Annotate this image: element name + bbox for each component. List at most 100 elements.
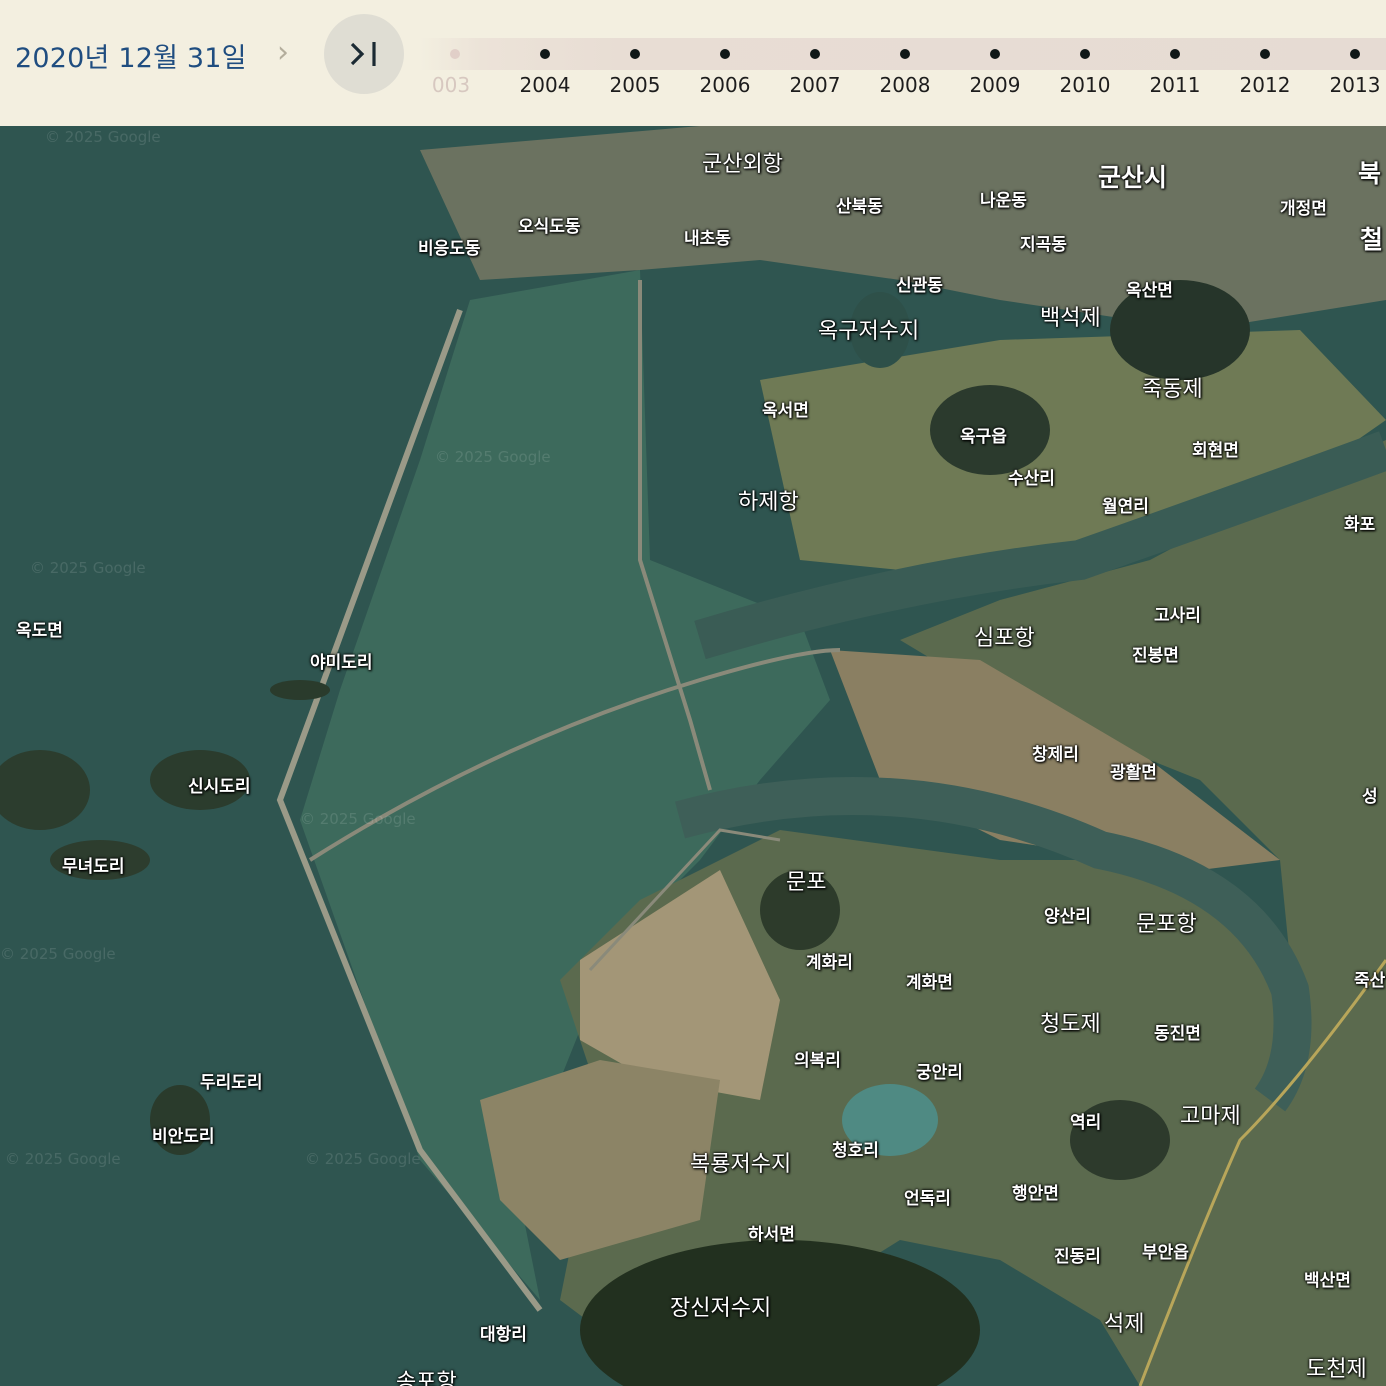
place-label[interactable]: 옥도면 xyxy=(16,616,63,641)
place-label[interactable]: 청호리 xyxy=(832,1136,879,1161)
place-label[interactable]: 도천제 xyxy=(1306,1351,1367,1383)
skip-to-latest-button[interactable] xyxy=(324,14,404,94)
place-label[interactable]: 지곡동 xyxy=(1020,230,1067,255)
timeline-year-2004[interactable]: 2004 xyxy=(500,0,590,126)
place-label[interactable]: 백산면 xyxy=(1304,1266,1351,1291)
place-label[interactable]: 문포 xyxy=(786,864,826,896)
place-label[interactable]: 역리 xyxy=(1070,1108,1101,1133)
place-label[interactable]: 군산외항 xyxy=(702,146,783,178)
place-label[interactable]: 산북동 xyxy=(836,192,883,217)
place-label[interactable]: 진동리 xyxy=(1054,1242,1101,1267)
place-label[interactable]: 행안면 xyxy=(1012,1179,1059,1204)
place-label[interactable]: 궁안리 xyxy=(916,1058,963,1083)
place-label[interactable]: 화포 xyxy=(1344,510,1375,535)
place-label[interactable]: 계화면 xyxy=(906,968,953,993)
place-label[interactable]: 광활면 xyxy=(1110,758,1157,783)
place-label[interactable]: 수산리 xyxy=(1008,464,1055,489)
place-label[interactable]: 신시도리 xyxy=(188,772,251,797)
timeline-year-2007[interactable]: 2007 xyxy=(770,0,860,126)
timeline-dot xyxy=(540,49,550,59)
timeline-year-2006[interactable]: 2006 xyxy=(680,0,770,126)
timeline-dot xyxy=(720,49,730,59)
map-watermark: © 2025 Google xyxy=(5,1150,121,1168)
place-label[interactable]: 나운동 xyxy=(980,186,1027,211)
place-label[interactable]: 하서면 xyxy=(748,1220,795,1245)
timeline-year-2009[interactable]: 2009 xyxy=(950,0,1040,126)
place-label[interactable]: 백석제 xyxy=(1040,300,1101,332)
timeline-year-2011[interactable]: 2011 xyxy=(1130,0,1220,126)
place-label[interactable]: 회현면 xyxy=(1192,436,1239,461)
place-label[interactable]: 북 xyxy=(1358,154,1381,190)
timeline-year-2003[interactable]: 003 xyxy=(410,0,500,126)
timeline-year-label: 2007 xyxy=(789,73,841,97)
timeline-dot xyxy=(810,49,820,59)
place-label[interactable]: 진봉면 xyxy=(1132,641,1179,666)
place-label[interactable]: 송포항 xyxy=(396,1364,457,1386)
place-label[interactable]: 양산리 xyxy=(1044,902,1091,927)
map-watermark: © 2025 Google xyxy=(300,810,416,828)
timeline-dot xyxy=(990,49,1000,59)
place-label[interactable]: 죽산 xyxy=(1354,966,1385,991)
next-date-button[interactable]: › xyxy=(268,36,298,72)
skip-to-latest-icon xyxy=(350,42,376,66)
place-label[interactable]: 옥서면 xyxy=(762,396,809,421)
place-label[interactable]: 신관동 xyxy=(896,271,943,296)
timeline-year-label: 2013 xyxy=(1329,73,1381,97)
place-label[interactable]: 석제 xyxy=(1104,1306,1144,1338)
timeline-year-label: 2011 xyxy=(1149,73,1201,97)
place-label[interactable]: 무녀도리 xyxy=(62,852,125,877)
map-watermark: © 2025 Google xyxy=(305,1150,421,1168)
place-label[interactable]: 대항리 xyxy=(480,1320,527,1345)
timeline-year-label: 2009 xyxy=(969,73,1021,97)
place-label[interactable]: 고사리 xyxy=(1154,601,1201,626)
place-label[interactable]: 창제리 xyxy=(1032,740,1079,765)
timeline-year-label: 003 xyxy=(431,73,471,97)
place-label[interactable]: 성 xyxy=(1362,782,1378,807)
current-date-label: 2020년 12월 31일 xyxy=(15,43,247,74)
satellite-map[interactable]: © 2025 Google © 2025 Google © 2025 Googl… xyxy=(0,126,1386,1386)
place-label[interactable]: 내초동 xyxy=(684,224,731,249)
timeline-year-2013[interactable]: 2013 xyxy=(1310,0,1386,126)
place-label[interactable]: 동진면 xyxy=(1154,1019,1201,1044)
map-watermark: © 2025 Google xyxy=(0,945,116,963)
place-label[interactable]: 청도제 xyxy=(1040,1006,1101,1038)
place-label[interactable]: 군산시 xyxy=(1098,158,1167,194)
timeline-year-label: 2012 xyxy=(1239,73,1291,97)
place-label[interactable]: 야미도리 xyxy=(310,648,373,673)
place-label[interactable]: 의복리 xyxy=(794,1046,841,1071)
timeline-year-label: 2008 xyxy=(879,73,931,97)
timeline-dot xyxy=(450,49,460,59)
map-watermark: © 2025 Google xyxy=(30,559,146,577)
timeline-year-2010[interactable]: 2010 xyxy=(1040,0,1130,126)
timeline-year-label: 2010 xyxy=(1059,73,1111,97)
timeline-year-2008[interactable]: 2008 xyxy=(860,0,950,126)
place-label[interactable]: 언독리 xyxy=(904,1184,951,1209)
place-label[interactable]: 오식도동 xyxy=(518,212,581,237)
timeline-year-2005[interactable]: 2005 xyxy=(590,0,680,126)
place-label[interactable]: 비안도리 xyxy=(152,1122,215,1147)
place-label[interactable]: 부안읍 xyxy=(1142,1238,1189,1263)
timeline-dot xyxy=(900,49,910,59)
timeline-dot xyxy=(1170,49,1180,59)
place-label[interactable]: 비응도동 xyxy=(418,234,481,259)
place-label[interactable]: 하제항 xyxy=(738,484,799,516)
place-label[interactable]: 월연리 xyxy=(1102,492,1149,517)
timeline-toolbar: 2020년 12월 31일 › 003 2004 2005 2006 2007 xyxy=(0,0,1386,127)
place-label[interactable]: 계화리 xyxy=(806,948,853,973)
place-label[interactable]: 심포항 xyxy=(974,620,1035,652)
place-label[interactable]: 장신저수지 xyxy=(670,1290,771,1322)
timeline-year-2012[interactable]: 2012 xyxy=(1220,0,1310,126)
place-label[interactable]: 옥구저수지 xyxy=(818,313,919,345)
place-label[interactable]: 죽동제 xyxy=(1142,371,1203,403)
place-label[interactable]: 옥구읍 xyxy=(960,422,1007,447)
place-label[interactable]: 고마제 xyxy=(1180,1098,1241,1130)
place-label[interactable]: 복룡저수지 xyxy=(690,1146,791,1178)
timeline-dot xyxy=(1260,49,1270,59)
place-label[interactable]: 개정면 xyxy=(1280,194,1327,219)
place-label[interactable]: 철 xyxy=(1360,220,1383,256)
place-label[interactable]: 문포항 xyxy=(1136,906,1197,938)
place-label[interactable]: 옥산면 xyxy=(1126,276,1173,301)
timeline-dot xyxy=(1080,49,1090,59)
place-label[interactable]: 두리도리 xyxy=(200,1068,263,1093)
year-timeline[interactable]: 003 2004 2005 2006 2007 2008 2009 2010 2… xyxy=(420,0,1386,126)
